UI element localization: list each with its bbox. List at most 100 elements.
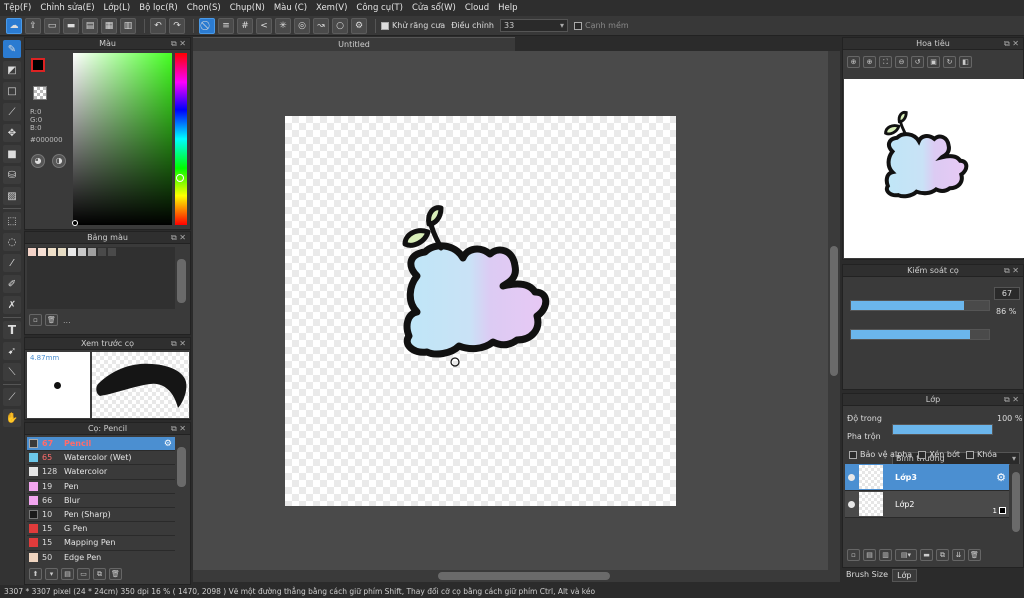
fill-rect-tool-icon[interactable]: ■ [3, 145, 21, 163]
layer-item-lop3[interactable]: Lớp3 ⚙ [845, 464, 1009, 491]
parallel-snap-icon[interactable]: ≡ [218, 17, 234, 34]
brush-opacity-slider[interactable] [850, 329, 990, 340]
hue-slider[interactable] [175, 53, 187, 225]
clipping-checkbox[interactable] [918, 450, 927, 459]
layout-icon[interactable]: ▥ [120, 17, 136, 34]
layer-opacity-slider[interactable] [892, 424, 993, 435]
menu-window[interactable]: Cửa sổ(W) [412, 3, 456, 13]
lock-checkbox[interactable] [965, 450, 974, 459]
brush-new-group-icon[interactable]: ▭ [77, 568, 90, 580]
redo-icon[interactable]: ↷ [169, 17, 185, 34]
document-icon[interactable]: ▤ [82, 17, 98, 34]
menu-edit[interactable]: Chỉnh sửa(E) [40, 3, 94, 13]
comment-icon[interactable]: ▭ [44, 17, 60, 34]
soft-edge-checkbox[interactable] [573, 21, 582, 30]
saturation-value-picker[interactable] [73, 53, 172, 225]
line-tool-icon[interactable]: ⟋ [3, 103, 21, 121]
move-tool-icon[interactable]: ✥ [3, 124, 21, 142]
brush-item[interactable]: 66 Blur [27, 494, 175, 508]
menu-capture[interactable]: Chụp(N) [230, 3, 265, 13]
gear-icon[interactable]: ⚙ [996, 471, 1006, 484]
fit-view-icon[interactable]: ⛶ [879, 56, 892, 68]
brush-copy-icon[interactable]: ⧉ [93, 568, 106, 580]
tab-layer[interactable]: Lớp [892, 569, 917, 582]
menu-color[interactable]: Màu (C) [274, 3, 307, 13]
eye-icon[interactable] [848, 501, 855, 508]
operation-tool-icon[interactable]: ➹ [3, 342, 21, 360]
new-layer-icon[interactable]: ▫ [847, 549, 860, 561]
layer-list-scrollbar[interactable] [1010, 464, 1022, 539]
new-layer-1bit-icon[interactable]: ▥ [879, 549, 892, 561]
rotate-left-icon[interactable]: ↺ [911, 56, 924, 68]
menu-layer[interactable]: Lớp(L) [104, 3, 131, 13]
palette-swatch[interactable] [88, 248, 96, 256]
brush-size-slider[interactable] [850, 300, 990, 311]
hand-tool-icon[interactable]: ✋ [3, 409, 21, 427]
select-eraser-icon[interactable]: ✗ [3, 296, 21, 314]
brush-folder-icon[interactable]: ▾ [45, 568, 58, 580]
new-palette-icon[interactable]: ▫ [29, 314, 42, 326]
cloud-icon[interactable]: ☁ [6, 17, 22, 34]
zoom-in-icon[interactable]: ⊕ [847, 56, 860, 68]
rectangle-tool-icon[interactable]: □ [3, 82, 21, 100]
menu-tools[interactable]: Công cụ(T) [356, 3, 403, 13]
chat-icon[interactable]: ▬ [63, 17, 79, 34]
new-layer-8bit-icon[interactable]: ▤ [863, 549, 876, 561]
zoom-out-icon[interactable]: ⊖ [895, 56, 908, 68]
settings-icon[interactable]: ⚙ [351, 17, 367, 34]
brush-item[interactable]: 15 G Pen [27, 522, 175, 537]
duplicate-layer-icon[interactable]: ⧉ [936, 549, 949, 561]
delete-palette-icon[interactable]: 🗑 [45, 314, 58, 326]
brush-tool-icon[interactable]: ✎ [3, 40, 21, 58]
brush-item[interactable]: 50 Edge Pen [27, 551, 175, 564]
merge-layer-icon[interactable]: ⇊ [952, 549, 965, 561]
delete-layer-icon[interactable]: 🗑 [968, 549, 981, 561]
menu-view[interactable]: Xem(V) [316, 3, 347, 13]
brush-item[interactable]: 128 Watercolor [27, 465, 175, 480]
gradient-tool-icon[interactable]: ▨ [3, 187, 21, 205]
tab-brush-size[interactable]: Brush Size [842, 569, 893, 582]
canvas-vertical-scrollbar[interactable] [828, 51, 840, 570]
palette-swatch[interactable] [108, 248, 116, 256]
zoom-plus-icon[interactable]: ⊕ [863, 56, 876, 68]
text-tool-icon[interactable]: T [3, 321, 21, 339]
brush-item[interactable]: 65 Watercolor (Wet) [27, 451, 175, 466]
menu-file[interactable]: Tệp(F) [4, 3, 31, 13]
curve-snap-icon[interactable]: ↝ [313, 17, 329, 34]
eraser-tool-icon[interactable]: ◩ [3, 61, 21, 79]
antialias-checkbox[interactable] [381, 21, 389, 30]
navigator-preview[interactable] [844, 79, 1024, 258]
transparent-swatch[interactable] [33, 86, 47, 100]
menu-cloud[interactable]: Cloud [465, 3, 489, 13]
menu-help[interactable]: Help [498, 3, 517, 13]
palette-more[interactable]: ... [63, 316, 71, 325]
magic-wand-icon[interactable]: ⁄ [3, 254, 21, 272]
flip-icon[interactable]: ◧ [959, 56, 972, 68]
lasso-tool-icon[interactable]: ◌ [3, 233, 21, 251]
hue-slider-handle[interactable] [176, 174, 184, 182]
add-layer-menu-icon[interactable]: ▤▾ [895, 549, 917, 561]
grid-snap-icon[interactable]: # [237, 17, 253, 34]
snap-off-icon[interactable]: ⃠ [199, 17, 215, 34]
circle-snap-icon[interactable]: ○ [332, 17, 348, 34]
document-tab[interactable]: Untitled [193, 37, 515, 51]
gear-icon[interactable]: ⚙ [164, 439, 172, 449]
layer-item-lop2[interactable]: Lớp2 1 [845, 491, 1009, 518]
palette-swatch[interactable] [28, 248, 36, 256]
adjust-select[interactable]: 33 [499, 19, 568, 32]
menu-select[interactable]: Chọn(S) [187, 3, 221, 13]
palette-swatch[interactable] [68, 248, 76, 256]
palette-swatch[interactable] [98, 248, 106, 256]
brush-import-icon[interactable]: ▤ [61, 568, 74, 580]
brush-item[interactable]: 19 Pen [27, 480, 175, 494]
radial-snap-icon[interactable]: ✳ [275, 17, 291, 34]
foreground-color-swatch[interactable] [31, 58, 45, 72]
brush-item[interactable]: 10 Pen (Sharp) [27, 508, 175, 523]
protect-alpha-checkbox[interactable] [849, 450, 857, 459]
undo-icon[interactable]: ↶ [150, 17, 166, 34]
brush-add-icon[interactable]: ⬆ [29, 568, 42, 580]
reset-view-icon[interactable]: ▣ [927, 56, 940, 68]
palette-swatch[interactable] [78, 248, 86, 256]
brush-item-pencil[interactable]: 67 Pencil ⚙ [27, 437, 175, 452]
canvas-horizontal-scrollbar[interactable] [193, 570, 840, 582]
